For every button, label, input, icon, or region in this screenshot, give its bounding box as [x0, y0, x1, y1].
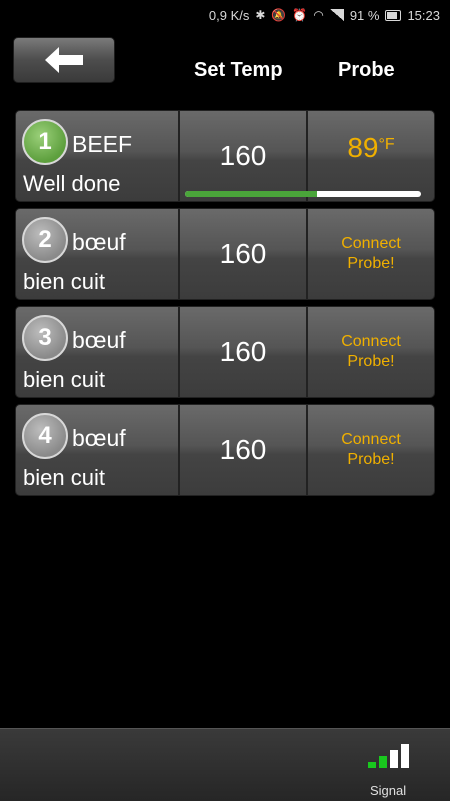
- set-temp-cell-1[interactable]: 160: [179, 110, 307, 202]
- meat-title: BEEF: [72, 131, 133, 157]
- signal-bar: [390, 750, 398, 768]
- probe-number-badge: 1: [22, 119, 68, 165]
- set-temp-value: 160: [219, 336, 267, 367]
- meat-selector-2[interactable]: 2 bœuf bien cuit: [15, 208, 179, 300]
- probe-row-3: 3 bœuf bien cuit 160 Connect Probe!: [15, 306, 435, 398]
- probe-temp-unit: °F: [378, 136, 395, 153]
- probe-temp-value: 89: [347, 132, 379, 163]
- probe-list: 1 BEEF Well done 160 89 °F 2 bœuf bien cu…: [15, 110, 435, 502]
- doneness-label: Well done: [23, 171, 121, 196]
- probe-cell-2[interactable]: Connect Probe!: [307, 208, 435, 300]
- connect-probe-message: Connect Probe!: [341, 431, 401, 468]
- clock: 15:23: [407, 7, 440, 23]
- battery-icon: [385, 9, 402, 21]
- set-temp-cell-2[interactable]: 160: [179, 208, 307, 300]
- probe-row-4: 4 bœuf bien cuit 160 Connect Probe!: [15, 404, 435, 496]
- meat-selector-1[interactable]: 1 BEEF Well done: [15, 110, 179, 202]
- probe-number-badge: 2: [22, 217, 68, 263]
- signal-bar: [401, 744, 409, 768]
- probe-row-2: 2 bœuf bien cuit 160 Connect Probe!: [15, 208, 435, 300]
- set-temp-cell-4[interactable]: 160: [179, 404, 307, 496]
- meat-selector-4[interactable]: 4 bœuf bien cuit: [15, 404, 179, 496]
- net-speed: 0,9 K/s: [208, 7, 250, 23]
- probe-cell-1[interactable]: 89 °F: [307, 110, 435, 202]
- meat-selector-3[interactable]: 3 bœuf bien cuit: [15, 306, 179, 398]
- connect-probe-message: Connect Probe!: [341, 235, 401, 272]
- set-temp-value: 160: [219, 140, 267, 171]
- cooking-progress-fill: [185, 191, 318, 197]
- meat-title: bœuf: [72, 425, 126, 451]
- signal-bar: [379, 756, 387, 768]
- set-temp-cell-3[interactable]: 160: [179, 306, 307, 398]
- probe-row-1: 1 BEEF Well done 160 89 °F: [15, 110, 435, 202]
- alarm-icon: ⏰: [292, 8, 308, 22]
- mute-icon: 🔕: [271, 8, 287, 22]
- doneness-label: bien cuit: [23, 465, 105, 490]
- probe-number-badge: 3: [22, 315, 68, 361]
- wifi-icon: ◠: [313, 8, 324, 22]
- probe-temp-reading: 89 °F: [347, 132, 394, 164]
- meat-title: bœuf: [72, 229, 126, 255]
- probe-cell-3[interactable]: Connect Probe!: [307, 306, 435, 398]
- set-temp-value: 160: [219, 238, 267, 269]
- probe-number-badge: 4: [22, 413, 68, 459]
- doneness-label: bien cuit: [23, 269, 105, 294]
- signal-bar: [368, 762, 376, 768]
- signal-label: Signal: [370, 783, 407, 798]
- doneness-label: bien cuit: [23, 367, 105, 392]
- back-button[interactable]: [13, 37, 115, 83]
- cooking-progress-bar: [185, 191, 421, 197]
- arrow-left-icon: [45, 47, 83, 73]
- cell-signal-icon: [329, 9, 344, 21]
- meat-title: bœuf: [72, 327, 126, 353]
- connect-probe-message: Connect Probe!: [341, 333, 401, 370]
- probe-cell-4[interactable]: Connect Probe!: [307, 404, 435, 496]
- signal-strength-icon[interactable]: [368, 744, 412, 768]
- probe-header: Probe: [338, 59, 395, 81]
- status-bar: 0,9 K/s ✱ 🔕 ⏰ ◠ 91 % 15:23: [0, 0, 450, 30]
- battery-level: 91 %: [349, 7, 380, 23]
- set-temp-header: Set Temp: [194, 59, 283, 81]
- set-temp-value: 160: [219, 434, 267, 465]
- bluetooth-icon: ✱: [255, 8, 266, 22]
